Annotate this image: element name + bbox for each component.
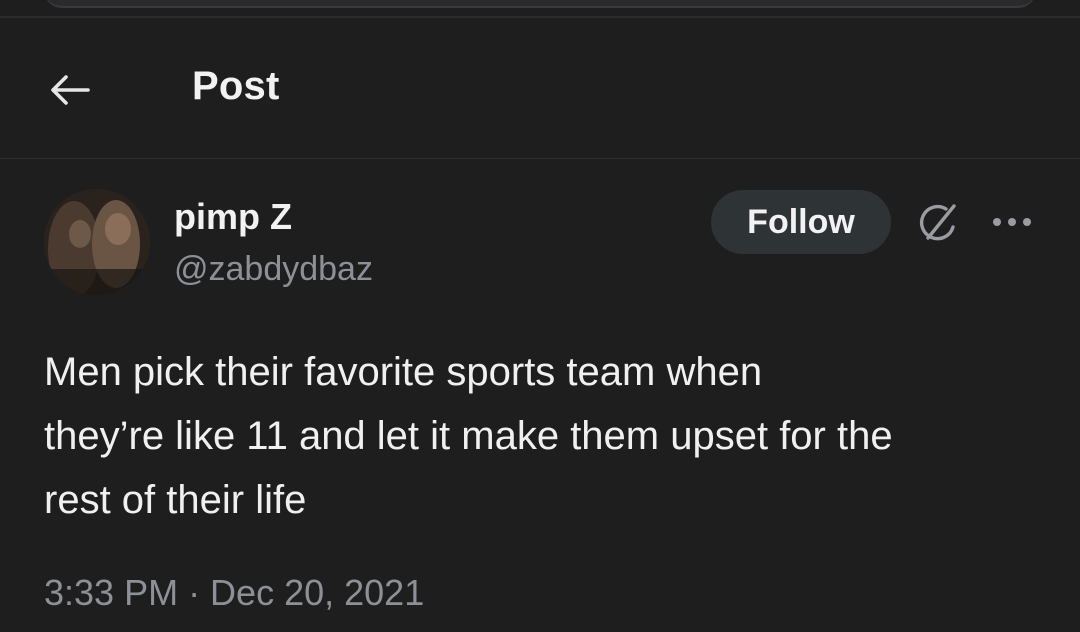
grok-button[interactable] — [912, 196, 966, 250]
arrow-left-icon — [51, 75, 90, 105]
author-handle[interactable]: @zabdydbaz — [174, 250, 373, 289]
post-timestamp[interactable]: 3:33 PM · Dec 20, 2021 — [44, 572, 424, 614]
more-horizontal-icon — [993, 218, 1031, 226]
follow-button[interactable]: Follow — [711, 190, 891, 254]
grok-icon — [919, 204, 956, 241]
header: Post — [0, 18, 1080, 159]
author-name[interactable]: pimp Z — [174, 196, 292, 238]
back-button[interactable] — [44, 68, 96, 112]
avatar[interactable] — [44, 189, 150, 295]
more-button[interactable] — [986, 200, 1038, 244]
avatar-image — [44, 189, 150, 295]
page-title: Post — [192, 64, 280, 108]
post-text: Men pick their favorite sports team when… — [44, 350, 893, 522]
search-bar-remnant — [44, 0, 1036, 8]
post-screen: Post pimp Z @zabdydbaz Follow Men pick t… — [0, 0, 1080, 632]
